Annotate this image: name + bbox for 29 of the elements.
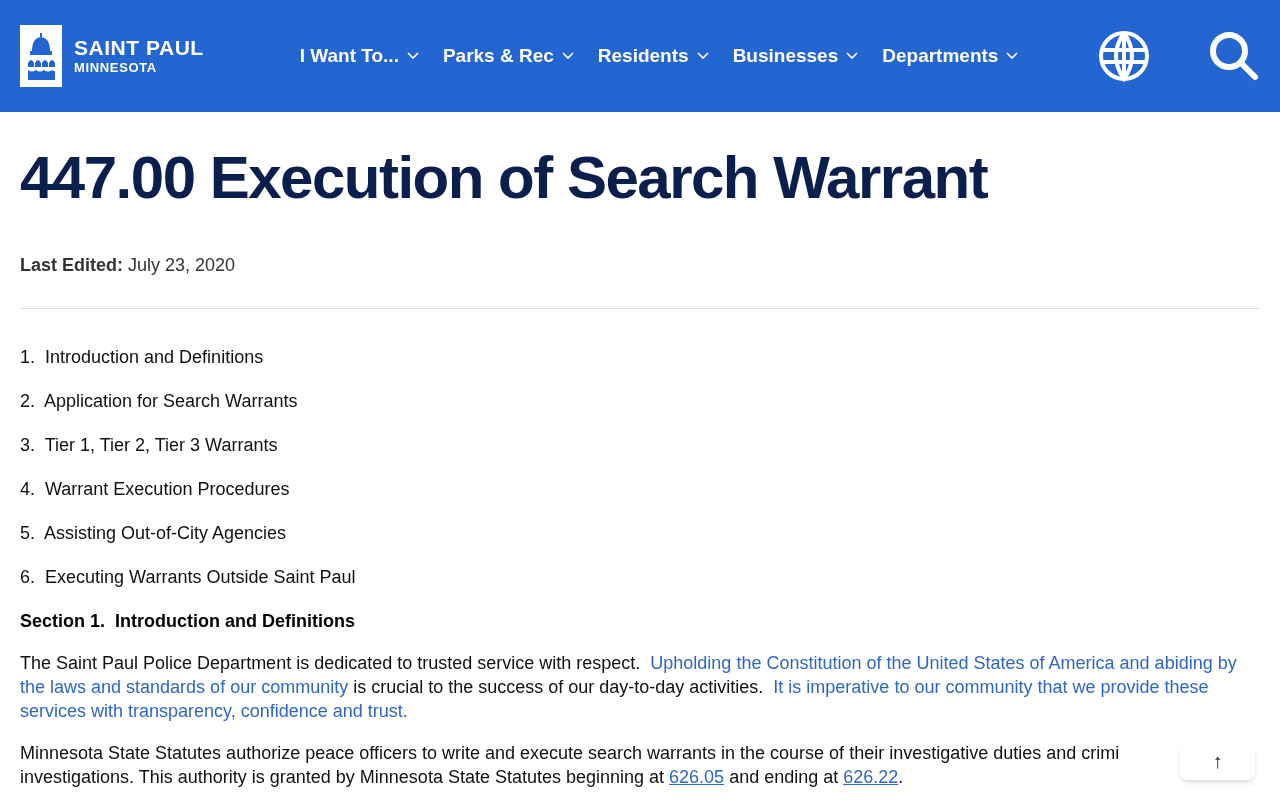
nav-menu-item[interactable]: Parks & Rec (442, 41, 574, 71)
search-icon[interactable] (1208, 30, 1260, 82)
statute-link[interactable]: 626.22 (843, 767, 899, 787)
page-title: 447.00 Execution of Search Warrant (20, 143, 989, 213)
nav-menu-item[interactable]: Businesses (732, 41, 859, 71)
statute-link[interactable]: 626.05 (669, 767, 725, 787)
chevron-down-icon (846, 52, 859, 60)
capitol-logo-icon[interactable] (20, 25, 62, 87)
chevron-down-icon (561, 52, 574, 60)
chevron-down-icon (696, 52, 709, 60)
section-heading: Section 1. Introduction and Definitions (20, 610, 356, 633)
nav-menu-item[interactable]: Departments (882, 41, 1019, 71)
contents-item[interactable]: 4. Warrant Execution Procedures (20, 477, 1260, 501)
contents-item[interactable]: 3. Tier 1, Tier 2, Tier 3 Warrants (20, 433, 1260, 457)
contents-item[interactable]: 5. Assisting Out-of-City Agencies (20, 521, 1260, 545)
body-paragraph: Minnesota State Statutes authorize peace officers to write and execute search warrants in the course of their investigative duties and crimi investigations. This authority is granted by Minnesota State Statutes beginning at 626.05 and ending at 626.22. (20, 742, 1120, 789)
last-edited-text: Last Edited: July 23, 2020 (20, 254, 237, 277)
globe-icon[interactable] (1098, 30, 1150, 82)
back-to-top-button[interactable]: ↑ (1180, 742, 1255, 780)
chevron-down-icon (1006, 52, 1019, 60)
chevron-down-icon (406, 52, 419, 60)
nav-menu-item[interactable]: I Want To... (299, 41, 419, 71)
contents-item[interactable]: 1. Introduction and Definitions (20, 345, 1260, 369)
logo-subtitle: MINNESOTA (74, 60, 158, 76)
logo-title[interactable]: SAINT PAUL (74, 36, 204, 60)
nav-menu-item[interactable]: Residents (597, 41, 709, 71)
contents-item[interactable]: 6. Executing Warrants Outside Saint Paul (20, 565, 1260, 589)
body-paragraph: The Saint Paul Police Department is dedicated to trusted service with respect. Upholding the Constitution of the United States of America and abiding by the laws and standards of our community is crucial to the success of our day-to-day activities. It is imperative to our community that we provide these services with transparency, confidence and trust. (20, 652, 1238, 723)
contents-item[interactable]: 2. Application for Search Warrants (20, 389, 1260, 413)
